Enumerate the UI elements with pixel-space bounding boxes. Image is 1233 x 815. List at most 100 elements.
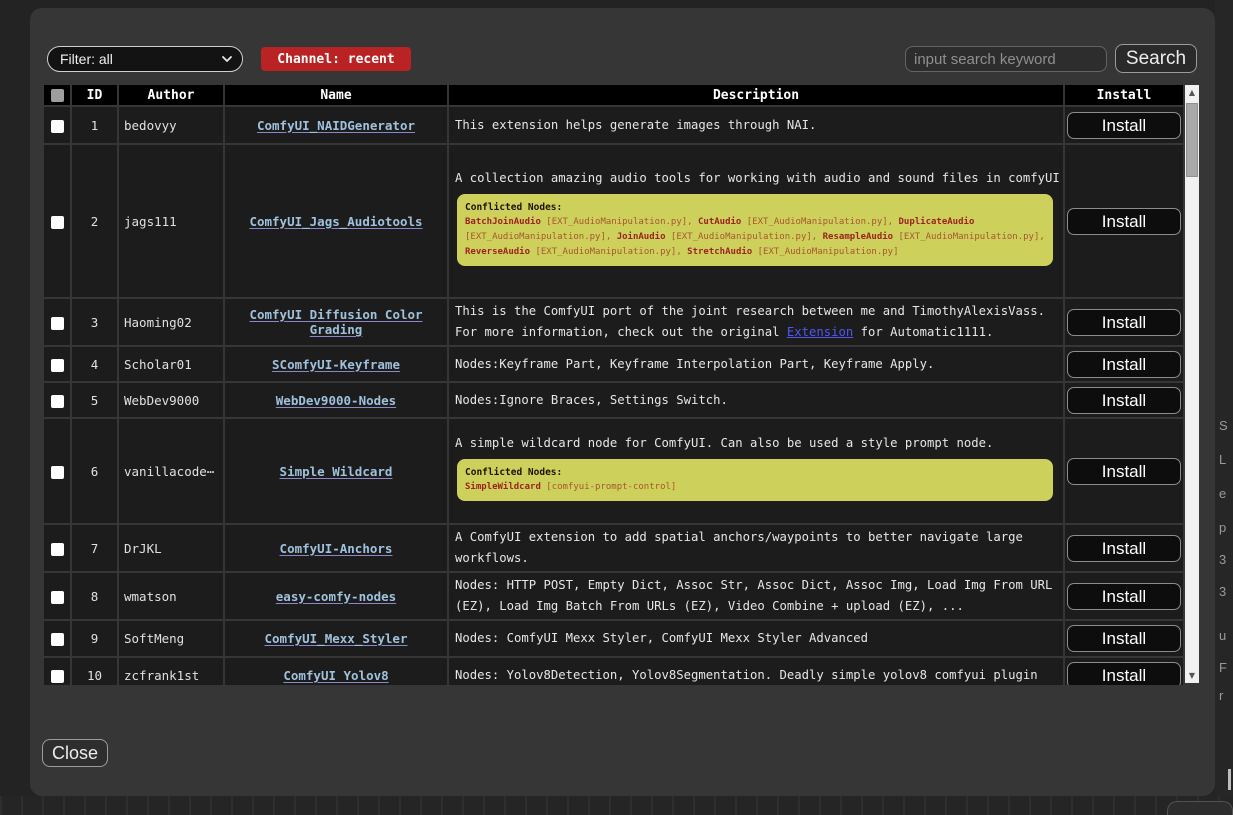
- select-all-checkbox[interactable]: [51, 89, 64, 102]
- description-text: A collection amazing audio tools for wor…: [455, 171, 1060, 185]
- row-id: 7: [72, 525, 117, 571]
- table-row: 2 jags111 ComfyUI_Jags_Audiotools A coll…: [44, 145, 1183, 297]
- channel-button[interactable]: Channel: recent: [261, 47, 411, 71]
- install-button[interactable]: Install: [1067, 351, 1181, 378]
- extension-name-link[interactable]: ComfyUI_Mexx_Styler: [265, 631, 408, 646]
- extension-name-link[interactable]: ComfyUI Yolov8: [283, 668, 388, 683]
- scroll-up-arrow-icon[interactable]: ▲: [1185, 85, 1199, 100]
- description-text: A simple wildcard node for ComfyUI. Can …: [455, 436, 993, 450]
- row-author: Haoming02: [119, 299, 223, 345]
- description-text: A ComfyUI extension to add spatial ancho…: [455, 530, 1023, 565]
- background-scrollbar-fragment: [1228, 769, 1231, 790]
- row-name-cell: ComfyUI_Mexx_Styler: [225, 621, 447, 656]
- row-install-cell: Install: [1065, 383, 1183, 417]
- extension-name-link[interactable]: WebDev9000-Nodes: [276, 393, 396, 408]
- row-checkbox[interactable]: [51, 670, 64, 683]
- row-checkbox[interactable]: [51, 591, 64, 604]
- row-author: Scholar01: [119, 347, 223, 381]
- extensions-table: ID Author Name Description Install 1 bed…: [42, 83, 1185, 685]
- row-author: SoftMeng: [119, 621, 223, 656]
- background-clipped-text: u: [1219, 628, 1226, 643]
- row-checkbox[interactable]: [51, 216, 64, 229]
- extension-name-link[interactable]: ComfyUI Diffusion Color Grading: [249, 307, 422, 337]
- row-name-cell: ComfyUI_NAIDGenerator: [225, 107, 447, 143]
- row-checkbox[interactable]: [51, 395, 64, 408]
- install-button[interactable]: Install: [1067, 112, 1181, 139]
- install-button[interactable]: Install: [1067, 662, 1181, 685]
- background-clipped-text: r: [1219, 688, 1223, 703]
- row-id: 3: [72, 299, 117, 345]
- background-clipped-text: 3: [1219, 552, 1226, 567]
- table-scrollbar[interactable]: ▲ ▼: [1185, 85, 1199, 683]
- row-install-cell: Install: [1065, 525, 1183, 571]
- table-row: 5 WebDev9000 WebDev9000-Nodes Nodes:Igno…: [44, 383, 1183, 417]
- scrollbar-thumb[interactable]: [1186, 103, 1198, 177]
- table-row: 6 vanillacode⋯ Simple Wildcard A simple …: [44, 419, 1183, 523]
- header-description: Description: [449, 85, 1063, 105]
- row-description: A simple wildcard node for ComfyUI. Can …: [449, 419, 1063, 523]
- row-checkbox-cell: [44, 573, 70, 619]
- row-install-cell: Install: [1065, 299, 1183, 345]
- search-button[interactable]: Search: [1115, 44, 1197, 73]
- scroll-down-arrow-icon[interactable]: ▼: [1185, 668, 1199, 683]
- row-checkbox-cell: [44, 419, 70, 523]
- install-button[interactable]: Install: [1067, 583, 1181, 610]
- search-input[interactable]: [905, 46, 1107, 72]
- description-text: Nodes:Keyframe Part, Keyframe Interpolat…: [455, 357, 934, 371]
- row-checkbox[interactable]: [51, 633, 64, 646]
- description-text: for Automatic1111.: [853, 325, 993, 339]
- row-description: Nodes: HTTP POST, Empty Dict, Assoc Str,…: [449, 573, 1063, 619]
- install-button[interactable]: Install: [1067, 309, 1181, 336]
- row-id: 9: [72, 621, 117, 656]
- row-description: Nodes: Yolov8Detection, Yolov8Segmentati…: [449, 658, 1063, 685]
- row-checkbox[interactable]: [51, 317, 64, 330]
- table-row: 4 Scholar01 SComfyUI-Keyframe Nodes:Keyf…: [44, 347, 1183, 381]
- install-button[interactable]: Install: [1067, 535, 1181, 562]
- extension-name-link[interactable]: ComfyUI_Jags_Audiotools: [249, 214, 422, 229]
- row-description: A collection amazing audio tools for wor…: [449, 145, 1063, 297]
- extensions-table-area: ID Author Name Description Install 1 bed…: [42, 83, 1185, 685]
- row-checkbox[interactable]: [51, 466, 64, 479]
- background-clipped-text: L: [1219, 452, 1226, 467]
- row-checkbox[interactable]: [51, 120, 64, 133]
- custom-nodes-manager-dialog: Filter: all Channel: recent Search ID Au…: [30, 8, 1215, 796]
- row-author: WebDev9000: [119, 383, 223, 417]
- row-description: Nodes:Ignore Braces, Settings Switch.: [449, 383, 1063, 417]
- install-button[interactable]: Install: [1067, 387, 1181, 414]
- row-checkbox-cell: [44, 145, 70, 297]
- install-button[interactable]: Install: [1067, 208, 1181, 235]
- background-clipped-text: F: [1219, 660, 1227, 675]
- install-button[interactable]: Install: [1067, 625, 1181, 652]
- row-install-cell: Install: [1065, 573, 1183, 619]
- row-checkbox-cell: [44, 383, 70, 417]
- filter-select-wrap: Filter: all: [47, 46, 243, 72]
- background-menu-edge: SLep33uFr: [1215, 0, 1233, 796]
- extension-name-link[interactable]: easy-comfy-nodes: [276, 589, 396, 604]
- row-checkbox-cell: [44, 658, 70, 685]
- table-row: 3 Haoming02 ComfyUI Diffusion Color Grad…: [44, 299, 1183, 345]
- extension-name-link[interactable]: Simple Wildcard: [280, 464, 393, 479]
- row-author: wmatson: [119, 573, 223, 619]
- filter-select[interactable]: Filter: all: [47, 46, 243, 72]
- row-id: 4: [72, 347, 117, 381]
- description-link[interactable]: Extension: [787, 325, 853, 339]
- row-checkbox-cell: [44, 621, 70, 656]
- row-install-cell: Install: [1065, 658, 1183, 685]
- row-name-cell: SComfyUI-Keyframe: [225, 347, 447, 381]
- close-button[interactable]: Close: [42, 739, 108, 767]
- row-checkbox[interactable]: [51, 359, 64, 372]
- extension-name-link[interactable]: ComfyUI_NAIDGenerator: [257, 118, 415, 133]
- background-clipped-text: e: [1219, 486, 1226, 501]
- extension-name-link[interactable]: SComfyUI-Keyframe: [272, 357, 400, 372]
- conflicted-nodes-list: SimpleWildcard [comfyui-prompt-control]: [465, 480, 1045, 495]
- header-id: ID: [72, 85, 117, 105]
- background-clipped-text: S: [1219, 418, 1228, 433]
- select-all-header: [44, 85, 70, 105]
- install-button[interactable]: Install: [1067, 458, 1181, 485]
- row-author: bedovyy: [119, 107, 223, 143]
- row-install-cell: Install: [1065, 621, 1183, 656]
- row-checkbox[interactable]: [51, 543, 64, 556]
- table-row: 10 zcfrank1st ComfyUI Yolov8 Nodes: Yolo…: [44, 658, 1183, 685]
- row-description: This is the ComfyUI port of the joint re…: [449, 299, 1063, 345]
- extension-name-link[interactable]: ComfyUI-Anchors: [280, 541, 393, 556]
